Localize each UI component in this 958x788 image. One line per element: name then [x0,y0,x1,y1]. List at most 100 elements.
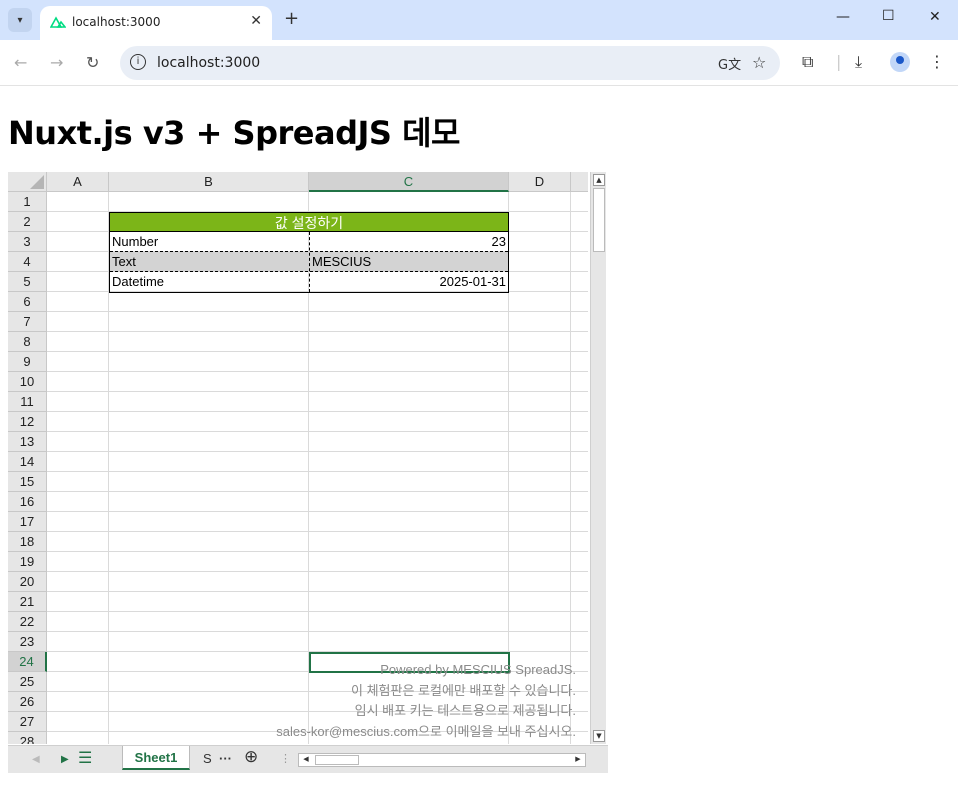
row-header[interactable]: 10 [8,372,47,392]
scroll-right-icon[interactable]: ▶ [571,754,585,766]
grid-line [47,391,588,392]
row-header[interactable]: 9 [8,352,47,372]
grid-line [47,311,588,312]
row-header[interactable]: 13 [8,432,47,452]
row-header[interactable]: 1 [8,192,47,212]
table-value[interactable]: 23 [310,232,508,252]
row-header[interactable]: 7 [8,312,47,332]
column-header-b[interactable]: B [109,172,309,192]
back-icon[interactable]: ← [14,53,27,72]
row-header[interactable]: 16 [8,492,47,512]
prev-sheet-icon[interactable]: ◀ [32,754,40,765]
forward-icon[interactable]: → [50,53,63,72]
row-header[interactable]: 14 [8,452,47,472]
browser-tab[interactable]: localhost:3000 ✕ [40,6,272,40]
vertical-scrollbar[interactable]: ▲ ▼ [590,172,606,744]
table-value[interactable]: MESCIUS [310,252,508,272]
grid-line [47,631,588,632]
splitter-handle-icon[interactable]: ⋮ [280,752,291,765]
vertical-scroll-thumb[interactable] [593,188,605,252]
sheet-tab-partial[interactable]: S [203,751,212,766]
row-header[interactable]: 23 [8,632,47,652]
row-header[interactable]: 22 [8,612,47,632]
row-header[interactable]: 11 [8,392,47,412]
row-header[interactable]: 5 [8,272,47,292]
watermark-line: 이 체험판은 로컬에만 배포할 수 있습니다. [351,683,576,698]
table-value[interactable]: 2025-01-31 [310,272,508,292]
info-icon[interactable]: i [130,54,146,70]
row-header[interactable]: 25 [8,672,47,692]
grid-line [47,431,588,432]
download-icon[interactable]: ⤓ [855,52,862,72]
row-header[interactable]: 19 [8,552,47,572]
tab-title: localhost:3000 [72,15,161,29]
extensions-icon[interactable]: ⧉ [802,52,813,72]
row-header[interactable]: 18 [8,532,47,552]
row-header[interactable]: 6 [8,292,47,312]
grid-line [47,351,588,352]
grid-line [47,471,588,472]
watermark-line: sales-kor@mescius.com으로 이메일을 보내 주십시오. [276,724,576,739]
spreadsheet[interactable]: A B C D 값 설정하기 Number 23 Text MESCIUS Da… [8,172,608,773]
scroll-left-icon[interactable]: ◀ [299,754,313,766]
row-header[interactable]: 8 [8,332,47,352]
sheet-tab-strip: ◀ ▶ ☰ Sheet1 S ··· ⊕ ⋮ ◀ ▶ [8,745,608,773]
column-header-e[interactable] [571,172,588,192]
row-header[interactable]: 15 [8,472,47,492]
row-header[interactable]: 26 [8,692,47,712]
minimize-icon[interactable]: — [836,9,850,25]
nuxt-favicon [50,16,66,28]
page-title: Nuxt.js v3 + SpreadJS 데모 [8,114,460,152]
table-label[interactable]: Datetime [110,272,309,292]
watermark-line: 임시 배포 키는 테스트용으로 제공됩니다. [354,703,576,718]
star-icon[interactable]: ☆ [752,53,766,72]
reload-icon[interactable]: ↻ [86,53,99,72]
row-header[interactable]: 3 [8,232,47,252]
sheet-list-icon[interactable]: ☰ [78,748,92,768]
address-toolbar: ← → ↻ i localhost:3000 G文 ☆ ⧉ | ⤓ ⋮ [0,40,958,86]
row-header[interactable]: 20 [8,572,47,592]
row-header[interactable]: 21 [8,592,47,612]
next-sheet-icon[interactable]: ▶ [61,754,69,765]
horizontal-scrollbar[interactable]: ◀ ▶ [298,753,586,767]
table-label[interactable]: Text [110,252,309,272]
column-header-c[interactable]: C [309,172,509,192]
horizontal-scroll-thumb[interactable] [315,755,359,765]
close-icon[interactable]: ✕ [250,13,262,29]
scroll-up-icon[interactable]: ▲ [593,174,605,186]
close-window-icon[interactable]: ✕ [929,9,941,25]
row-header[interactable]: 12 [8,412,47,432]
grid-line [47,411,588,412]
grid-line [47,611,588,612]
plus-icon[interactable]: + [284,8,299,29]
chevron-down-icon[interactable]: ▾ [8,8,32,32]
menu-icon[interactable]: ⋮ [929,52,945,71]
data-table: Number 23 Text MESCIUS Datetime 2025-01-… [109,232,509,293]
row-header[interactable]: 17 [8,512,47,532]
sheet-grid[interactable]: A B C D 값 설정하기 Number 23 Text MESCIUS Da… [8,172,588,744]
row-header[interactable]: 28 [8,732,47,744]
row-header[interactable]: 2 [8,212,47,232]
address-bar[interactable]: i localhost:3000 G文 ☆ [120,46,780,80]
column-header-a[interactable]: A [47,172,109,192]
grid-line [47,451,588,452]
grid-line [47,551,588,552]
row-header[interactable]: 4 [8,252,47,272]
table-title[interactable]: 값 설정하기 [109,212,509,232]
scroll-down-icon[interactable]: ▼ [593,730,605,742]
browser-tab-bar: ▾ localhost:3000 ✕ + — ☐ ✕ [0,0,958,40]
more-sheets-icon[interactable]: ··· [219,751,232,766]
url-text[interactable]: localhost:3000 [157,55,260,71]
profile-icon[interactable] [890,52,910,72]
select-all-corner[interactable] [8,172,47,192]
add-sheet-icon[interactable]: ⊕ [244,747,258,767]
grid-line [47,591,588,592]
table-label[interactable]: Number [110,232,309,252]
row-header[interactable]: 24 [8,652,47,672]
maximize-icon[interactable]: ☐ [882,8,895,24]
column-header-d[interactable]: D [509,172,571,192]
watermark-line: Powered by MESCIUS SpreadJS. [380,662,576,677]
row-header[interactable]: 27 [8,712,47,732]
sheet-tab-sheet1[interactable]: Sheet1 [122,746,190,770]
translate-icon[interactable]: G文 [718,54,741,73]
